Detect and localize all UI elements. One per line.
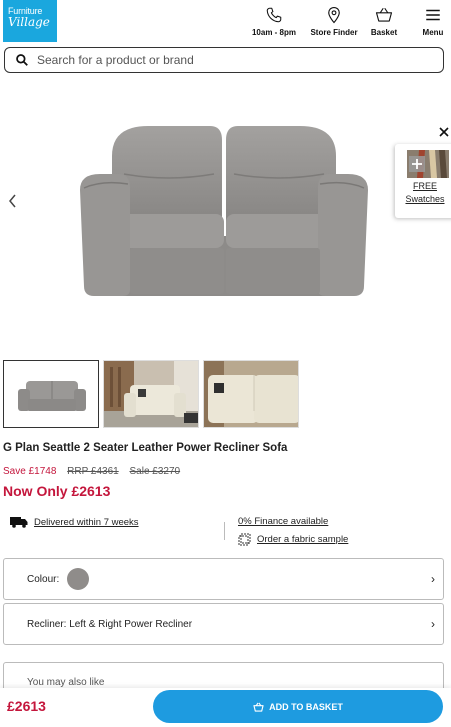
store-finder-link[interactable]: Store Finder [306, 6, 362, 37]
phone-link[interactable]: 10am - 8pm [248, 6, 300, 37]
thumbnail-1[interactable] [3, 360, 99, 428]
basket-icon [375, 7, 393, 22]
logo[interactable]: Furniture Village [3, 0, 57, 42]
chevron-right-icon: › [431, 572, 435, 586]
chevron-left-icon[interactable] [6, 192, 18, 210]
now-only-price: Now Only £2613 [3, 483, 111, 499]
hamburger-icon [426, 9, 440, 21]
product-title: G Plan Seattle 2 Seater Leather Power Re… [3, 442, 288, 454]
finance-link[interactable]: 0% Finance available [238, 516, 328, 527]
thumbnail-room-closeup [204, 361, 298, 427]
delivery-info[interactable]: Delivered within 7 weeks [10, 516, 139, 528]
product-image [80, 126, 368, 296]
price-breakdown: Save £1748 RRP £4361 Sale £3270 [3, 466, 188, 477]
swatch-label: Swatches [405, 194, 445, 204]
add-to-basket-button[interactable]: ADD TO BASKET [153, 690, 443, 723]
swatch-free-label: FREE [412, 181, 437, 191]
info-divider [224, 522, 225, 540]
basket-icon [253, 702, 264, 712]
free-swatches-button[interactable]: FREE Swatches [395, 144, 451, 218]
sticky-footer: £2613 ADD TO BASKET [0, 688, 451, 727]
thumbnail-3[interactable] [203, 360, 299, 428]
product-gallery: FREE Swatches [0, 88, 451, 350]
thumbnail-2[interactable] [103, 360, 199, 428]
footer-price: £2613 [7, 698, 46, 714]
search-input[interactable] [37, 53, 417, 67]
store-finder-label: Store Finder [310, 28, 358, 37]
menu-button[interactable]: Menu [418, 6, 448, 37]
basket-link[interactable]: Basket [366, 6, 402, 37]
search-icon [16, 54, 28, 66]
truck-icon [10, 517, 28, 528]
basket-label: Basket [370, 28, 398, 37]
fabric-sample-info[interactable]: Order a fabric sample [238, 533, 348, 546]
recliner-selector[interactable]: Recliner: Left & Right Power Recliner › [3, 603, 444, 645]
colour-selector[interactable]: Colour: › [3, 558, 444, 600]
recliner-label: Recliner: Left & Right Power Recliner [27, 618, 193, 630]
colour-swatch [67, 568, 90, 590]
colour-label: Colour: [27, 573, 60, 585]
thumbnail-room-scene [104, 361, 198, 427]
delivery-link[interactable]: Delivered within 7 weeks [34, 517, 139, 528]
site-header: Furniture Village 10am - 8pm Store Finde… [0, 0, 451, 44]
fabric-sample-icon [238, 533, 251, 546]
rrp-price: RRP £4361 [67, 466, 119, 477]
search-bar[interactable] [4, 47, 444, 73]
location-pin-icon [328, 6, 340, 24]
fabric-sample-link[interactable]: Order a fabric sample [257, 534, 348, 545]
close-icon[interactable] [438, 126, 450, 138]
sale-price: Sale £3270 [129, 466, 181, 477]
menu-label: Menu [422, 28, 444, 37]
phone-icon [266, 7, 282, 23]
chevron-right-icon: › [431, 617, 435, 631]
phone-hours: 10am - 8pm [251, 28, 297, 37]
finance-info[interactable]: 0% Finance available [238, 516, 328, 527]
save-amount: Save £1748 [3, 466, 57, 477]
fabric-swatch-icon [407, 150, 449, 178]
thumbnail-sofa-grey [18, 381, 86, 411]
logo-line2: Village [8, 15, 50, 29]
add-to-basket-label: ADD TO BASKET [269, 701, 343, 712]
may-also-like-heading: You may also like [27, 677, 105, 688]
